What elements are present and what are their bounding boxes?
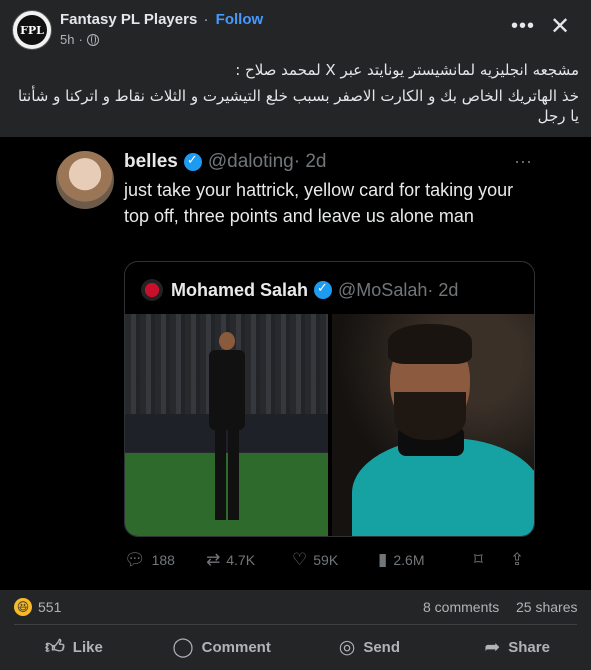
tweet-views: ▮ 2.6M	[378, 550, 474, 570]
comment-icon: ◯	[172, 636, 194, 658]
player-torso	[209, 350, 245, 430]
send-label: Send	[363, 638, 401, 656]
post-time[interactable]: 5h	[60, 32, 74, 47]
quoted-tweet-time: · 2d	[427, 279, 459, 300]
tweet-author-name: belles	[124, 151, 178, 172]
share-button[interactable]: ➦ Share	[443, 627, 591, 667]
comments-count[interactable]: 8 comments	[423, 599, 499, 615]
retweet-count: 4.7K	[226, 552, 256, 568]
quoted-photo-portrait	[332, 314, 534, 536]
quoted-tweet: Mohamed Salah @MoSalah · 2d	[124, 261, 535, 537]
tweet-more-icon: ···	[514, 151, 532, 171]
caption-line: خذ الهاتريك الخاص بك و الكارت الاصفر بسب…	[17, 87, 579, 125]
messenger-icon: ◎	[338, 636, 356, 658]
reaction-count[interactable]: 551	[38, 599, 61, 615]
tweet-screenshot: belles @daloting · 2d ··· just take your…	[44, 137, 547, 587]
quoted-tweet-header: Mohamed Salah @MoSalah · 2d	[141, 279, 458, 301]
reply-icon: 💬︎	[124, 550, 146, 569]
thumbs-up-icon: 👍︎	[44, 636, 65, 658]
close-icon: ✕	[549, 13, 571, 40]
close-button[interactable]: ✕	[546, 14, 574, 42]
bookmark: ⌑	[474, 550, 510, 570]
player-legs	[215, 430, 239, 520]
views-icon: ▮	[378, 550, 388, 569]
caption-line: مشجعه انجليزيه لمانشيستر يونايتد عبر X ل…	[235, 61, 579, 79]
comment-label: Comment	[201, 638, 271, 656]
follow-button[interactable]: Follow	[216, 11, 264, 28]
tweet-retweets: ⇄ 4.7K	[206, 550, 292, 570]
tweet-author-handle: @daloting	[207, 151, 294, 172]
post-action-bar: 👍︎ Like ◯ Comment ◎ Send ➦ Share	[0, 627, 591, 667]
page-name[interactable]: Fantasy PL Players	[60, 11, 197, 28]
post-meta: 5h ·	[60, 32, 99, 47]
haha-reaction-icon[interactable]: 😆︎	[14, 598, 32, 616]
page-logo-icon: FPL	[17, 15, 47, 45]
share-arrow-icon: ➦	[484, 636, 501, 658]
separator-dot: ·	[203, 11, 209, 28]
tweet-action-bar: 💬︎ 188 ⇄ 4.7K ♡ 59K ▮ 2.6M ⌑ ⇪	[124, 547, 534, 573]
player-hair	[388, 324, 472, 364]
divider	[14, 624, 577, 625]
verified-badge-icon	[183, 152, 202, 171]
reply-count: 188	[151, 552, 175, 568]
post-caption: مشجعه انجليزيه لمانشيستر يونايتد عبر X ل…	[16, 60, 579, 132]
tweet-time: · 2d	[293, 151, 327, 172]
verified-badge-icon	[314, 280, 333, 299]
quoted-author-handle: @MoSalah	[338, 279, 428, 300]
quoted-avatar	[141, 279, 163, 301]
send-button[interactable]: ◎ Send	[296, 627, 444, 667]
upload-icon: ⇪	[510, 550, 525, 569]
retweet-icon: ⇄	[206, 550, 221, 569]
like-label: Like	[72, 638, 103, 656]
separator-dot: ·	[78, 32, 83, 47]
tweet-header: belles @daloting · 2d	[124, 151, 326, 173]
post-header: FPL Fantasy PL Players · Follow 5h · •••…	[0, 0, 591, 56]
tweet-text: just take your hattrick, yellow card for…	[124, 180, 514, 226]
more-options-button[interactable]: •••	[509, 14, 537, 42]
player-figure	[205, 332, 249, 526]
post-stats-bar: 😆︎ 551 8 comments 25 shares	[0, 590, 591, 624]
like-count: 59K	[313, 552, 339, 568]
tweet-avatar	[56, 151, 114, 209]
player-head	[219, 332, 235, 350]
more-horizontal-icon: •••	[510, 15, 535, 37]
shares-count[interactable]: 25 shares	[516, 599, 577, 615]
tweet-replies: 💬︎ 188	[124, 550, 206, 570]
heart-icon: ♡	[292, 550, 308, 569]
post-title-row: Fantasy PL Players · Follow	[60, 11, 263, 28]
player-beard	[394, 392, 466, 440]
post-image[interactable]: belles @daloting · 2d ··· just take your…	[0, 137, 591, 590]
facebook-post: FPL Fantasy PL Players · Follow 5h · •••…	[0, 0, 591, 670]
globe-icon	[86, 33, 99, 46]
share: ⇪	[510, 550, 524, 570]
page-avatar[interactable]: FPL	[12, 10, 52, 50]
bookmark-icon: ⌑	[474, 550, 483, 569]
tweet-likes: ♡ 59K	[292, 550, 378, 570]
comment-button[interactable]: ◯ Comment	[148, 627, 296, 667]
share-label: Share	[508, 638, 550, 656]
quoted-author-name: Mohamed Salah	[171, 279, 309, 300]
like-button[interactable]: 👍︎ Like	[0, 627, 148, 667]
view-count: 2.6M	[393, 552, 425, 568]
quoted-photo-player-standing	[125, 314, 328, 536]
